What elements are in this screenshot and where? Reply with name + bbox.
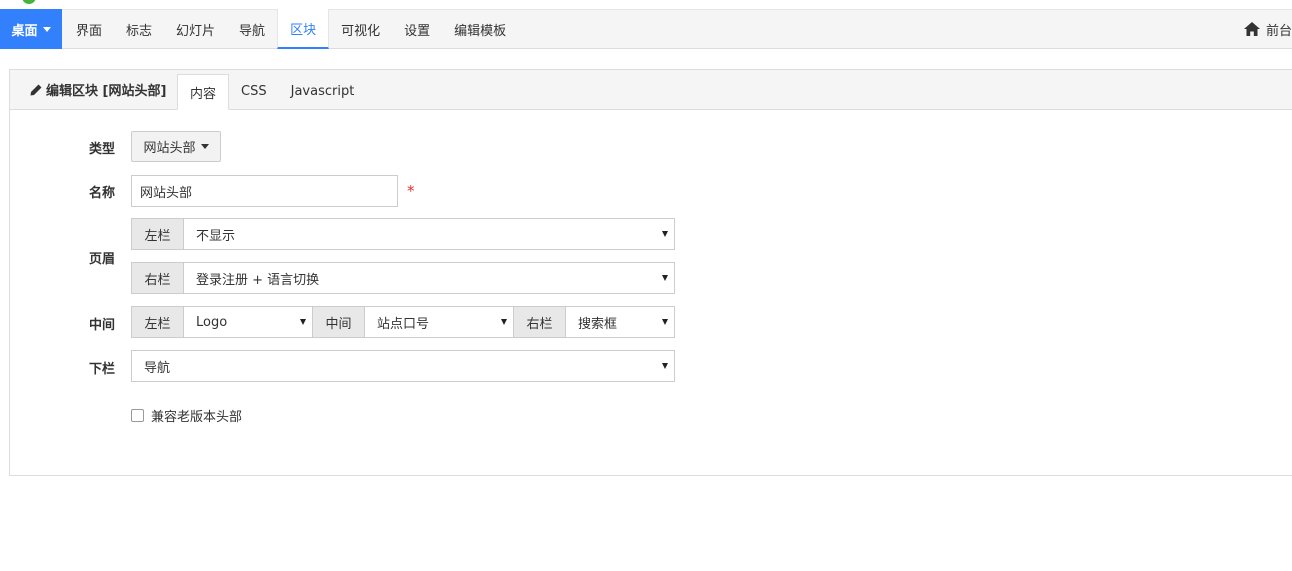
home-icon <box>1243 22 1260 36</box>
bottom-label: 下栏 <box>89 362 116 377</box>
select-arrow-icon <box>662 231 668 237</box>
compat-label: 兼容老版本头部 <box>151 410 243 425</box>
middle-center-value: 站点口号 <box>377 316 430 332</box>
name-label: 名称 <box>89 186 116 201</box>
middle-left-value: Logo <box>196 314 228 330</box>
select-arrow-icon <box>501 319 507 325</box>
middle-right-addon: 右栏 <box>514 307 566 337</box>
middle-group: 左栏 Logo 中间 站点口号 右栏 搜索框 <box>131 306 675 338</box>
middle-label: 中间 <box>89 318 116 333</box>
select-arrow-icon <box>300 319 306 325</box>
nav-items: 界面 标志 幻灯片 导航 区块 可视化 设置 编辑模板 <box>64 9 518 49</box>
middle-left-addon: 左栏 <box>132 307 184 337</box>
header-label: 页眉 <box>89 252 116 267</box>
caret-down-icon <box>200 144 209 149</box>
bottom-select[interactable]: 导航 <box>132 351 674 381</box>
nav-desktop-dropdown[interactable]: 桌面 <box>0 9 62 49</box>
type-value: 网站头部 <box>143 141 196 156</box>
middle-center-select[interactable]: 站点口号 <box>365 307 514 337</box>
select-arrow-icon <box>662 319 668 325</box>
nav-item-blocks[interactable]: 区块 <box>277 9 330 49</box>
type-label: 类型 <box>89 142 116 157</box>
compat-checkbox[interactable] <box>131 409 144 422</box>
select-arrow-icon <box>662 363 668 369</box>
top-strip <box>0 0 1292 9</box>
middle-center-addon: 中间 <box>313 307 365 337</box>
caret-down-icon <box>42 26 51 32</box>
panel-tabs: 内容 CSS Javascript <box>177 74 366 110</box>
nav-frontend-label: 前台 <box>1265 23 1292 39</box>
logo <box>22 0 36 4</box>
edit-block-panel: 编辑区块 [网站头部] 内容 CSS Javascript 类型 网站头部 名称… <box>9 69 1292 476</box>
middle-left-select[interactable]: Logo <box>184 307 313 337</box>
nav-item-visual[interactable]: 可视化 <box>329 9 392 49</box>
tab-css[interactable]: CSS <box>229 74 279 109</box>
nav-item-interface[interactable]: 界面 <box>64 9 114 49</box>
header-right-value: 登录注册 + 语言切换 <box>196 272 320 288</box>
bottom-group: 导航 <box>131 350 675 382</box>
top-navbar: 桌面 界面 标志 幻灯片 导航 区块 可视化 设置 编辑模板 前台 <box>0 9 1292 49</box>
header-right-group: 右栏 登录注册 + 语言切换 <box>131 262 675 294</box>
header-right-select[interactable]: 登录注册 + 语言切换 <box>184 263 674 293</box>
header-left-group: 左栏 不显示 <box>131 218 675 250</box>
compat-checkbox-row[interactable]: 兼容老版本头部 <box>131 406 242 425</box>
tab-javascript[interactable]: Javascript <box>279 74 367 109</box>
tab-content[interactable]: 内容 <box>177 74 230 110</box>
nav-item-settings[interactable]: 设置 <box>392 9 442 49</box>
header-left-select[interactable]: 不显示 <box>184 219 674 249</box>
panel-title: 编辑区块 [网站头部] <box>30 70 166 109</box>
nav-frontend-link[interactable]: 前台 <box>1238 9 1292 49</box>
middle-right-value: 搜索框 <box>578 316 618 332</box>
pencil-icon <box>30 84 42 95</box>
type-dropdown[interactable]: 网站头部 <box>131 131 221 162</box>
header-left-value: 不显示 <box>196 228 236 244</box>
select-arrow-icon <box>662 275 668 281</box>
nav-desktop-label: 桌面 <box>11 23 38 39</box>
nav-item-logo[interactable]: 标志 <box>114 9 164 49</box>
panel-heading: 编辑区块 [网站头部] 内容 CSS Javascript <box>10 70 1292 110</box>
panel-title-text: 编辑区块 [网站头部] <box>46 84 167 99</box>
required-mark: * <box>407 182 415 200</box>
nav-item-edit-template[interactable]: 编辑模板 <box>442 9 518 49</box>
header-left-addon: 左栏 <box>132 219 184 249</box>
middle-right-select[interactable]: 搜索框 <box>566 307 674 337</box>
nav-item-slides[interactable]: 幻灯片 <box>164 9 227 49</box>
bottom-value: 导航 <box>144 360 171 376</box>
name-input[interactable]: 网站头部 <box>131 175 398 207</box>
nav-item-navigation[interactable]: 导航 <box>227 9 277 49</box>
header-right-addon: 右栏 <box>132 263 184 293</box>
